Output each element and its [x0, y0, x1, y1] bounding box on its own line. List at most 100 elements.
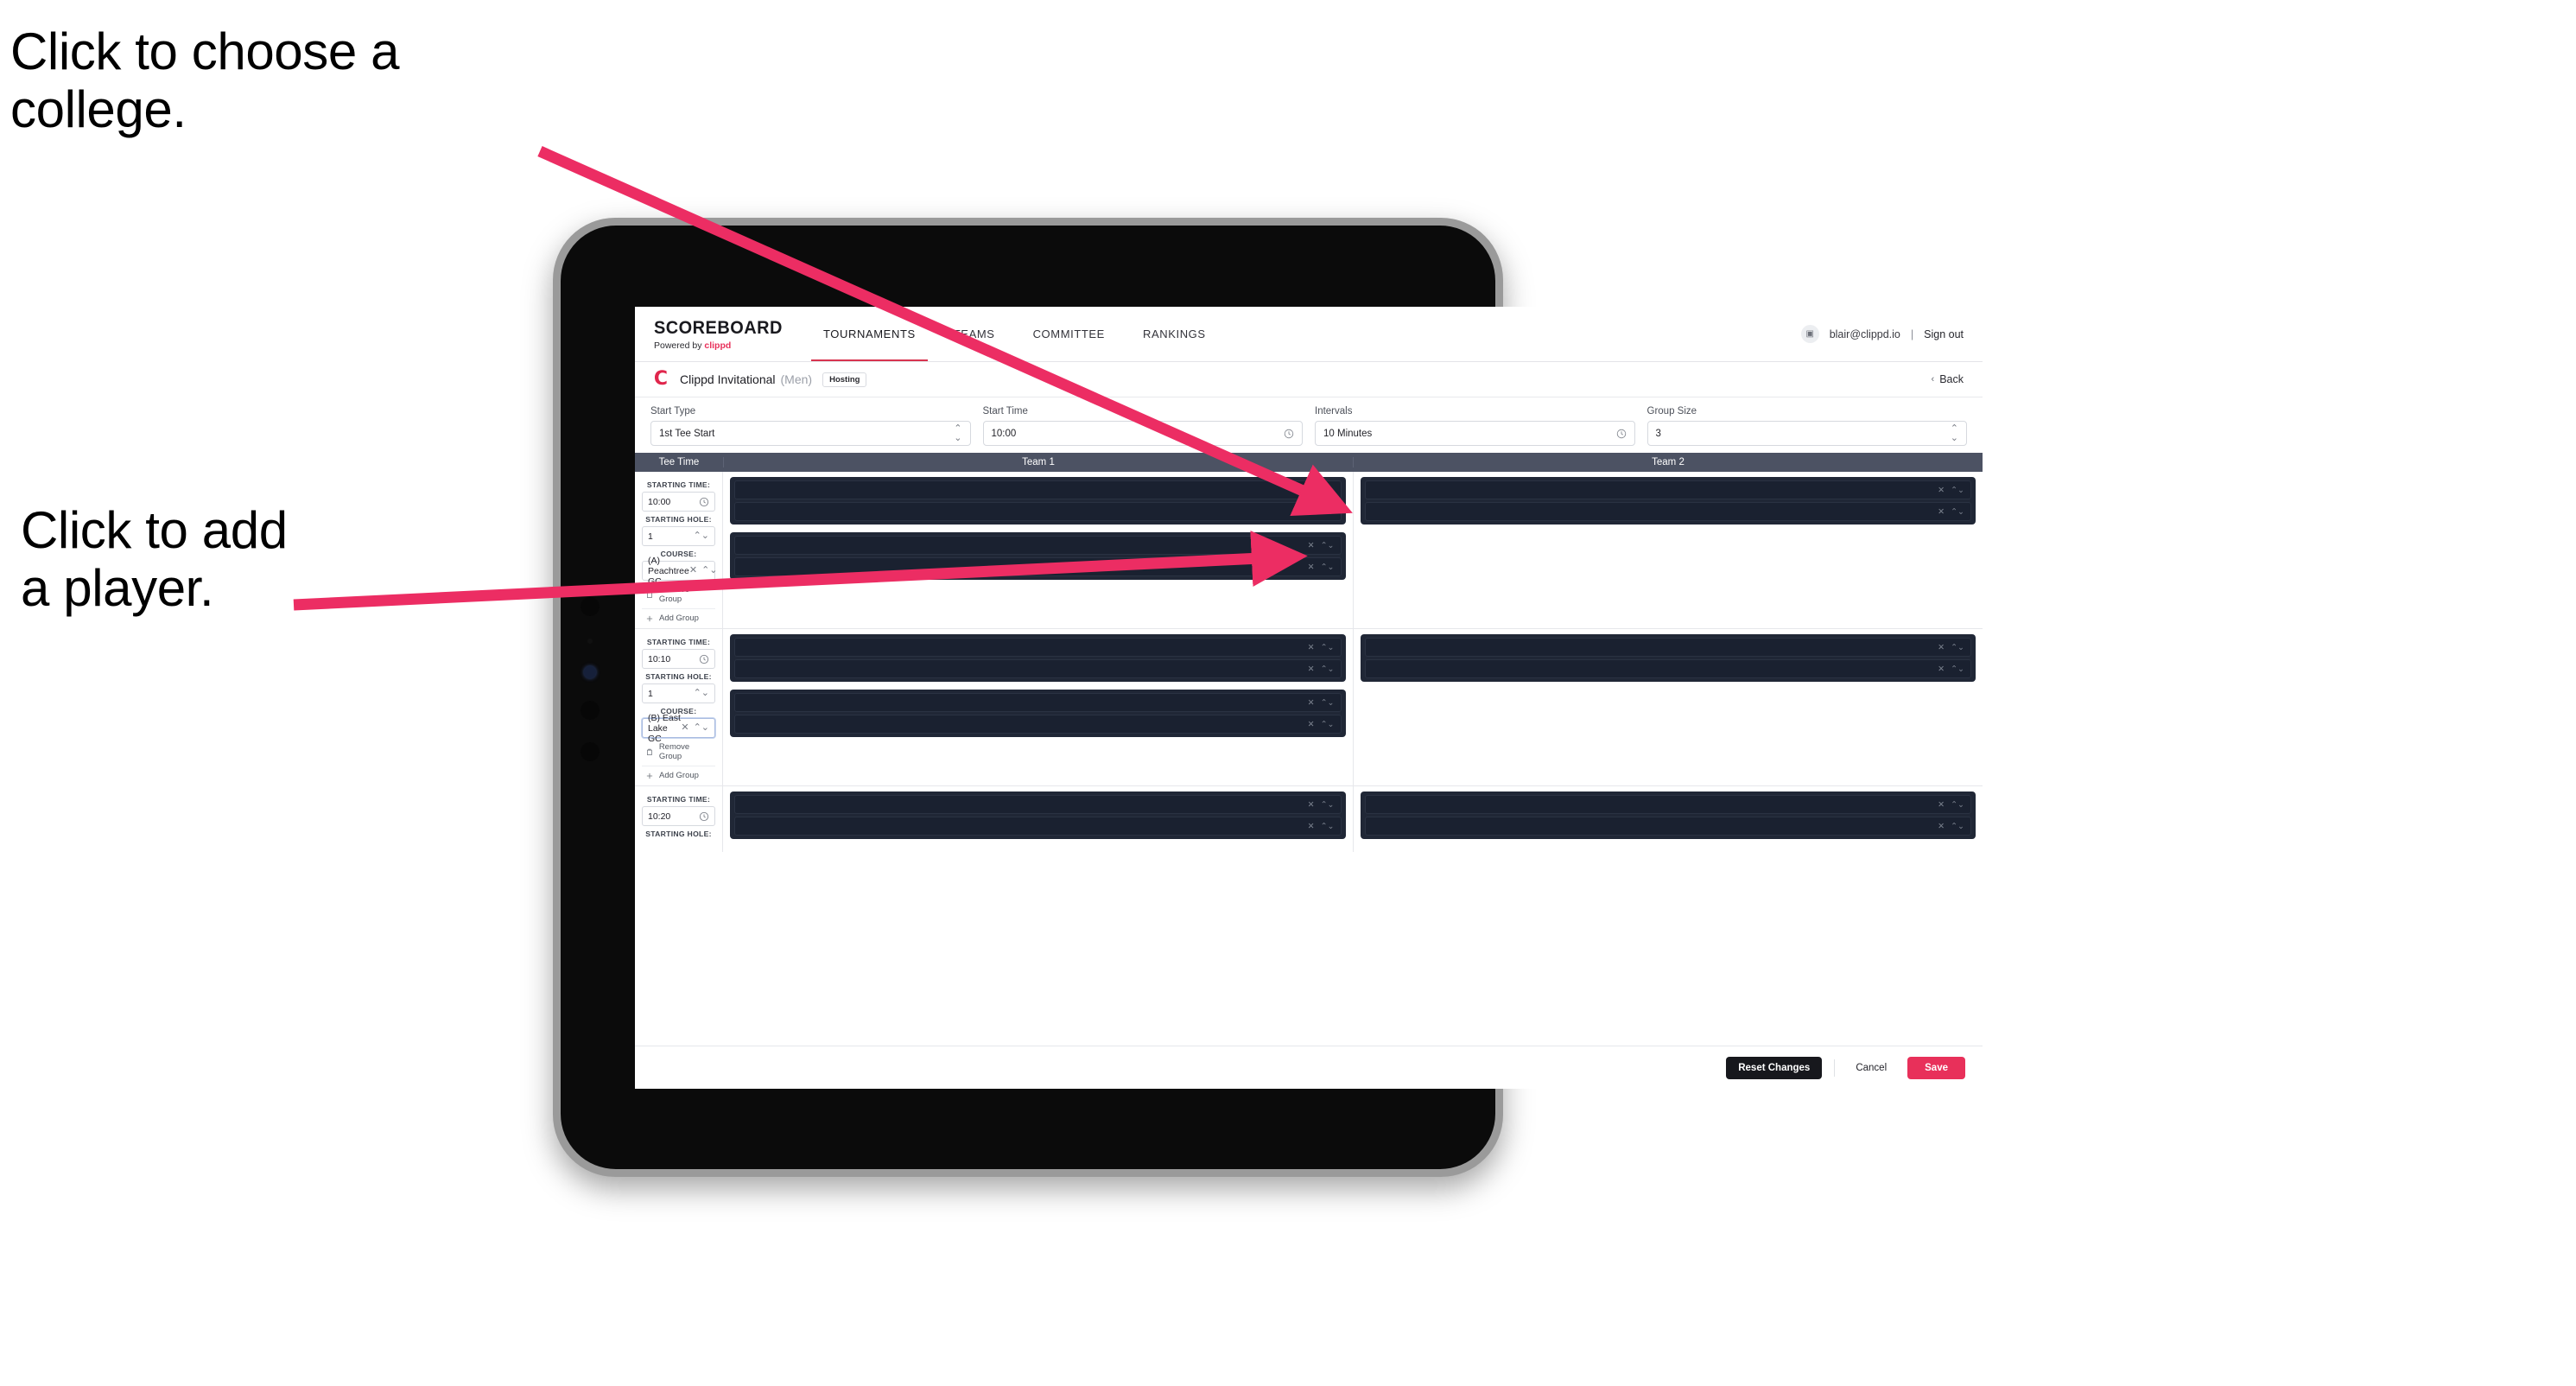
course-select[interactable]: (B) East Lake GC ✕ ⌃⌄ [642, 713, 715, 744]
course-select[interactable]: (A) Peachtree GC ✕ ⌃⌄ [642, 556, 718, 587]
player-select-row[interactable]: ✕ ⌃⌄ [734, 638, 1342, 657]
starting-time-input[interactable]: 10:10 [642, 649, 715, 669]
chevron-updown-icon: ⌃⌄ [693, 722, 709, 733]
player-select-row[interactable]: ✕ ⌃⌄ [734, 795, 1342, 814]
chevron-updown-icon[interactable]: ⌃⌄ [1951, 486, 1964, 495]
action-footer: Reset Changes Cancel Save [635, 1046, 1983, 1089]
starting-time-input[interactable]: 10:00 [642, 492, 715, 512]
close-icon[interactable]: ✕ [689, 566, 697, 575]
close-icon[interactable]: ✕ [1938, 643, 1945, 652]
chevron-updown-icon[interactable]: ⌃⌄ [1951, 800, 1964, 810]
chevron-updown-icon[interactable]: ⌃⌄ [1321, 698, 1335, 708]
chevron-updown-icon[interactable]: ⌃⌄ [1321, 822, 1335, 831]
cancel-button[interactable]: Cancel [1847, 1057, 1895, 1079]
player-select-row[interactable]: ✕ ⌃⌄ [734, 502, 1342, 521]
add-group-button[interactable]: Add Group [642, 608, 715, 625]
table-row: STARTING TIME: 10:10 STARTING HOLE: 1 ⌃⌄… [635, 629, 1983, 786]
sign-out-link[interactable]: Sign out [1924, 328, 1964, 340]
team1-cell: ✕ ⌃⌄ ✕ ⌃⌄ ✕ ⌃⌄ ✕ ⌃⌄ [723, 629, 1354, 785]
starting-time-label: STARTING TIME: [646, 480, 711, 489]
close-icon[interactable]: ✕ [1308, 698, 1315, 708]
close-icon[interactable]: ✕ [1308, 664, 1315, 674]
nav-tab-committee[interactable]: COMMITTEE [1014, 307, 1124, 361]
user-avatar-icon[interactable]: ▣ [1800, 325, 1819, 343]
close-icon[interactable]: ✕ [1308, 800, 1315, 810]
start-time-value: 10:00 [991, 428, 1017, 439]
intervals-value: 10 Minutes [1323, 428, 1373, 439]
player-select-row[interactable]: ✕ ⌃⌄ [734, 715, 1342, 734]
close-icon[interactable]: ✕ [1308, 643, 1315, 652]
close-icon[interactable]: ✕ [1938, 800, 1945, 810]
player-select-row[interactable]: ✕ ⌃⌄ [734, 480, 1342, 499]
close-icon[interactable]: ✕ [681, 723, 688, 733]
player-name-redacted [741, 558, 1308, 575]
nav-tab-tournaments[interactable]: TOURNAMENTS [804, 307, 935, 361]
player-name-redacted [741, 503, 1308, 520]
start-type-select[interactable]: 1st Tee Start ⌃ ⌄ [650, 421, 971, 446]
nav-tab-rankings[interactable]: RANKINGS [1124, 307, 1225, 361]
back-button[interactable]: ‹ Back [1932, 373, 1964, 385]
close-icon[interactable]: ✕ [1938, 822, 1945, 831]
close-icon[interactable]: ✕ [1308, 507, 1315, 517]
player-name-redacted [1372, 817, 1938, 835]
player-select-row[interactable]: ✕ ⌃⌄ [1364, 817, 1971, 836]
close-icon[interactable]: ✕ [1308, 563, 1315, 572]
player-select-row[interactable]: ✕ ⌃⌄ [734, 693, 1342, 712]
player-name-redacted [741, 796, 1308, 813]
brand-logo[interactable]: SCOREBOARD Powered by clippd [635, 318, 784, 351]
starting-hole-input[interactable]: 1 ⌃⌄ [642, 683, 715, 703]
player-select-row[interactable]: ✕ ⌃⌄ [734, 557, 1342, 576]
chevron-updown-icon[interactable]: ⌃⌄ [1321, 720, 1335, 729]
chevron-updown-icon[interactable]: ⌃⌄ [1321, 800, 1335, 810]
close-icon[interactable]: ✕ [1308, 486, 1315, 495]
close-icon[interactable]: ✕ [1938, 507, 1945, 517]
brand-sub-prefix: Powered by [654, 340, 705, 351]
player-select-row[interactable]: ✕ ⌃⌄ [1364, 638, 1971, 657]
chevron-updown-icon[interactable]: ⌃⌄ [1951, 643, 1964, 652]
plus-icon [646, 772, 653, 779]
player-select-row[interactable]: ✕ ⌃⌄ [1364, 659, 1971, 678]
row-actions: ✕ ⌃⌄ [1938, 507, 1964, 517]
player-name-redacted [741, 660, 1308, 677]
chevron-updown-icon: ⌃⌄ [1950, 423, 1958, 443]
save-button[interactable]: Save [1907, 1056, 1965, 1079]
chevron-updown-icon[interactable]: ⌃⌄ [1321, 486, 1335, 495]
chevron-updown-icon[interactable]: ⌃⌄ [1321, 563, 1335, 572]
course-value: (A) Peachtree GC [648, 555, 689, 587]
player-select-row[interactable]: ✕ ⌃⌄ [1364, 795, 1971, 814]
top-navbar: SCOREBOARD Powered by clippd TOURNAMENTS… [635, 307, 1983, 362]
chevron-updown-icon[interactable]: ⌃⌄ [1321, 541, 1335, 550]
starting-hole-input[interactable]: 1 ⌃⌄ [642, 526, 715, 546]
chevron-updown-icon[interactable]: ⌃⌄ [1321, 507, 1335, 517]
group-size-select[interactable]: 3 ⌃ ⌄ [1646, 421, 1967, 446]
chevron-updown-icon[interactable]: ⌃⌄ [1321, 664, 1335, 674]
reset-changes-button[interactable]: Reset Changes [1726, 1056, 1823, 1079]
row-actions: ✕ ⌃⌄ [1938, 664, 1964, 674]
navbar-right: ▣ blair@clippd.io | Sign out [1800, 325, 1983, 343]
close-icon[interactable]: ✕ [1938, 664, 1945, 674]
close-icon[interactable]: ✕ [1308, 541, 1315, 550]
nav-tab-teams[interactable]: TEAMS [935, 307, 1014, 361]
close-icon[interactable]: ✕ [1308, 720, 1315, 729]
intervals-input[interactable]: 10 Minutes [1315, 421, 1635, 446]
close-icon[interactable]: ✕ [1308, 822, 1315, 831]
player-select-row[interactable]: ✕ ⌃⌄ [734, 817, 1342, 836]
player-select-row[interactable]: ✕ ⌃⌄ [1364, 480, 1971, 499]
close-icon[interactable]: ✕ [1938, 486, 1945, 495]
player-select-row[interactable]: ✕ ⌃⌄ [734, 659, 1342, 678]
add-group-button[interactable]: Add Group [642, 766, 715, 782]
starting-time-input[interactable]: 10:20 [642, 806, 715, 826]
remove-group-label: Remove Group [658, 742, 690, 761]
starting-time-label: STARTING TIME: [646, 795, 711, 804]
chevron-updown-icon[interactable]: ⌃⌄ [1951, 822, 1964, 831]
row-actions: ✕ ⌃⌄ [1308, 563, 1335, 572]
chevron-updown-icon[interactable]: ⌃⌄ [1951, 507, 1964, 517]
start-time-input[interactable]: 10:00 [982, 421, 1303, 446]
nav-tabs: TOURNAMENTS TEAMS COMMITTEE RANKINGS [804, 307, 1225, 361]
player-select-row[interactable]: ✕ ⌃⌄ [1364, 502, 1971, 521]
player-select-row[interactable]: ✕ ⌃⌄ [734, 536, 1342, 555]
filter-group-size: Group Size 3 ⌃ ⌄ [1646, 406, 1967, 446]
chevron-updown-icon[interactable]: ⌃⌄ [1321, 643, 1335, 652]
team1-cell: ✕ ⌃⌄ ✕ ⌃⌄ ✕ ⌃⌄ ✕ ⌃⌄ [723, 472, 1354, 628]
chevron-updown-icon[interactable]: ⌃⌄ [1951, 664, 1964, 674]
